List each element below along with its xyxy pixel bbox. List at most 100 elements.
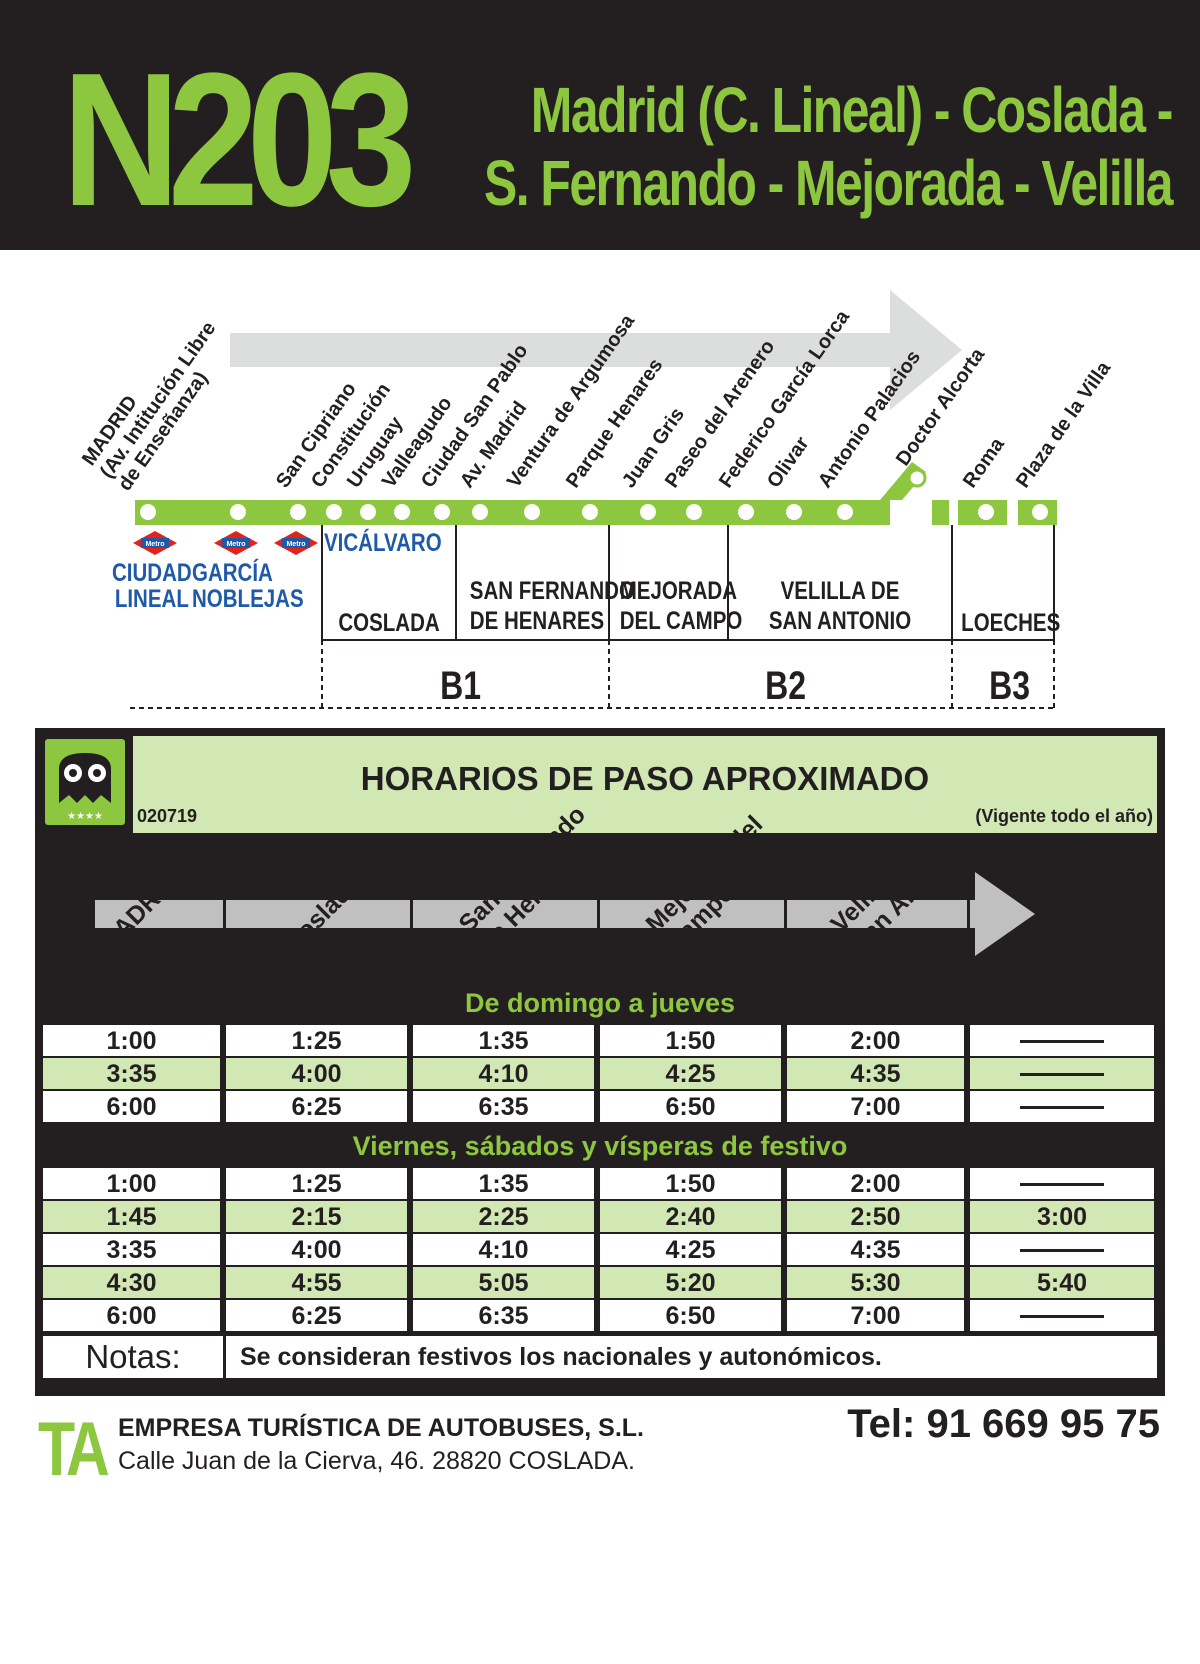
metro-badge-text: Metro (286, 541, 305, 548)
section-title: De domingo a jueves (464, 988, 736, 1018)
time-cell: 2:50 (787, 1201, 964, 1232)
stop-dot (524, 504, 540, 520)
zone-loeches: LOECHES (961, 609, 1061, 637)
metro-badge-text: Metro (226, 541, 245, 548)
stop-dot (738, 504, 754, 520)
time-cell: 2:00 (787, 1168, 964, 1199)
time-cell: 6:00 (43, 1300, 220, 1331)
time-cell: 6:35 (413, 1300, 594, 1331)
stop-dot (290, 504, 306, 520)
time-cell: 4:35 (787, 1234, 964, 1265)
column-divider (223, 840, 226, 981)
column-header: Mejorada del Campo (600, 810, 784, 981)
column-header-label: Coslada (278, 869, 367, 958)
time-cell: 1:35 (413, 1025, 594, 1056)
time-cell: 5:40 (970, 1267, 1154, 1298)
column-divider (784, 840, 787, 981)
stop-dot (640, 504, 656, 520)
metro-station-label: CIUDAD LINEAL (112, 559, 192, 613)
time-cell: 1:00 (43, 1168, 220, 1199)
time-cell (970, 1234, 1154, 1265)
stop-dot (326, 504, 342, 520)
fare-band-grid (130, 640, 1055, 709)
column-header: Velilla de San Antonio (787, 835, 968, 981)
stop-dot (472, 504, 488, 520)
timetable-code: 020719 (137, 806, 198, 826)
time-cell: 5:20 (600, 1267, 781, 1298)
metro-station-garcia-noblejas: GARCÍA NOBLEJAS (192, 560, 304, 612)
time-cell: 3:35 (43, 1234, 220, 1265)
phone-number: Tel: 91 669 95 75 (847, 1402, 1160, 1446)
time-cell (970, 1091, 1154, 1122)
timetable: ★★★★ HORARIOS DE PASO APROXIMADO 020719 … (35, 728, 1165, 1396)
timetable-validity: (Vigente todo el año) (975, 806, 1153, 826)
zone-mejorada: MEJORADA DEL CAMPO (619, 577, 743, 635)
time-cell: 3:35 (43, 1058, 220, 1089)
stop-dot (837, 504, 853, 520)
time-cell: 6:25 (226, 1091, 407, 1122)
time-cell: 2:40 (600, 1201, 781, 1232)
stop-dot (394, 504, 410, 520)
time-cell: 1:25 (226, 1168, 407, 1199)
time-cell: 4:55 (226, 1267, 407, 1298)
column-header-label: MADRID (93, 867, 184, 958)
metro-logos: Metro Metro Metro (133, 531, 318, 555)
zone-san-fernando: SAN FERNANDO DE HENARES (469, 577, 635, 635)
zone-coslada: COSLADA (338, 609, 440, 637)
time-cell: 2:15 (226, 1201, 407, 1232)
time-cell: 1:00 (43, 1025, 220, 1056)
column-header: Coslada (226, 840, 410, 981)
time-cell: 4:35 (787, 1058, 964, 1089)
time-cell: 7:00 (787, 1300, 964, 1331)
column-header-label: Loeches (1023, 866, 1116, 958)
time-cell: 4:00 (226, 1234, 407, 1265)
company-address: Calle Juan de la Cierva, 46. 28820 COSLA… (118, 1447, 635, 1475)
time-cell: 6:50 (600, 1300, 781, 1331)
metro-station-vicalvaro: VICÁLVARO (324, 530, 442, 556)
column-header: MADRID (43, 840, 223, 981)
time-cell: 3:00 (970, 1201, 1154, 1232)
column-divider (597, 840, 600, 981)
metro-badge-text: Metro (145, 541, 164, 548)
notes-text: Se consideran festivos los nacionales y … (226, 1336, 1157, 1378)
column-header-label: Velilla de San Antonio (825, 834, 969, 958)
time-cell (970, 1025, 1154, 1056)
time-cell: 6:50 (600, 1091, 781, 1122)
time-cell: 1:25 (226, 1025, 407, 1056)
time-cell: 1:50 (600, 1025, 781, 1056)
time-cell: 6:25 (226, 1300, 407, 1331)
time-cell: 1:50 (600, 1168, 781, 1199)
time-cell: 4:00 (226, 1058, 407, 1089)
time-cell: 1:45 (43, 1201, 220, 1232)
notes-label: Notas: (43, 1336, 223, 1378)
stop-dot (140, 504, 156, 520)
timetable-header: HORARIOS DE PASO APROXIMADO 020719 (Vige… (133, 736, 1157, 833)
time-cell: 4:10 (413, 1234, 594, 1265)
time-cell: 4:30 (43, 1267, 220, 1298)
time-cell: 4:25 (600, 1058, 781, 1089)
time-cell: 7:00 (787, 1091, 964, 1122)
stop-dot (786, 504, 802, 520)
time-cell: 5:30 (787, 1267, 964, 1298)
fare-band-b1: B1 (440, 664, 482, 708)
time-cell: 5:05 (413, 1267, 594, 1298)
fare-band-b3: B3 (989, 664, 1031, 708)
route-line (135, 500, 890, 525)
stop-dot (1032, 504, 1048, 520)
stop-dot (230, 504, 246, 520)
stop-dot (434, 504, 450, 520)
stop-dot (686, 504, 702, 520)
company-name: EMPRESA TURÍSTICA DE AUTOBUSES, S.L. (118, 1414, 644, 1442)
owl-logo-icon: ★★★★ (42, 736, 128, 828)
metro-station-label: VICÁLVARO (324, 529, 442, 557)
metro-station-ciudad-lineal: CIUDAD LINEAL (112, 560, 192, 612)
time-cell: 6:35 (413, 1091, 594, 1122)
stop-dot (360, 504, 376, 520)
zone-velilla: VELILLA DE SAN ANTONIO (768, 577, 912, 635)
company-logo: TA (38, 1407, 110, 1492)
route-line-segment (932, 500, 949, 525)
timetable-title: HORARIOS DE PASO APROXIMADO (360, 760, 930, 797)
column-divider (410, 840, 413, 981)
time-cell (970, 1168, 1154, 1199)
stop-dot (907, 468, 927, 488)
